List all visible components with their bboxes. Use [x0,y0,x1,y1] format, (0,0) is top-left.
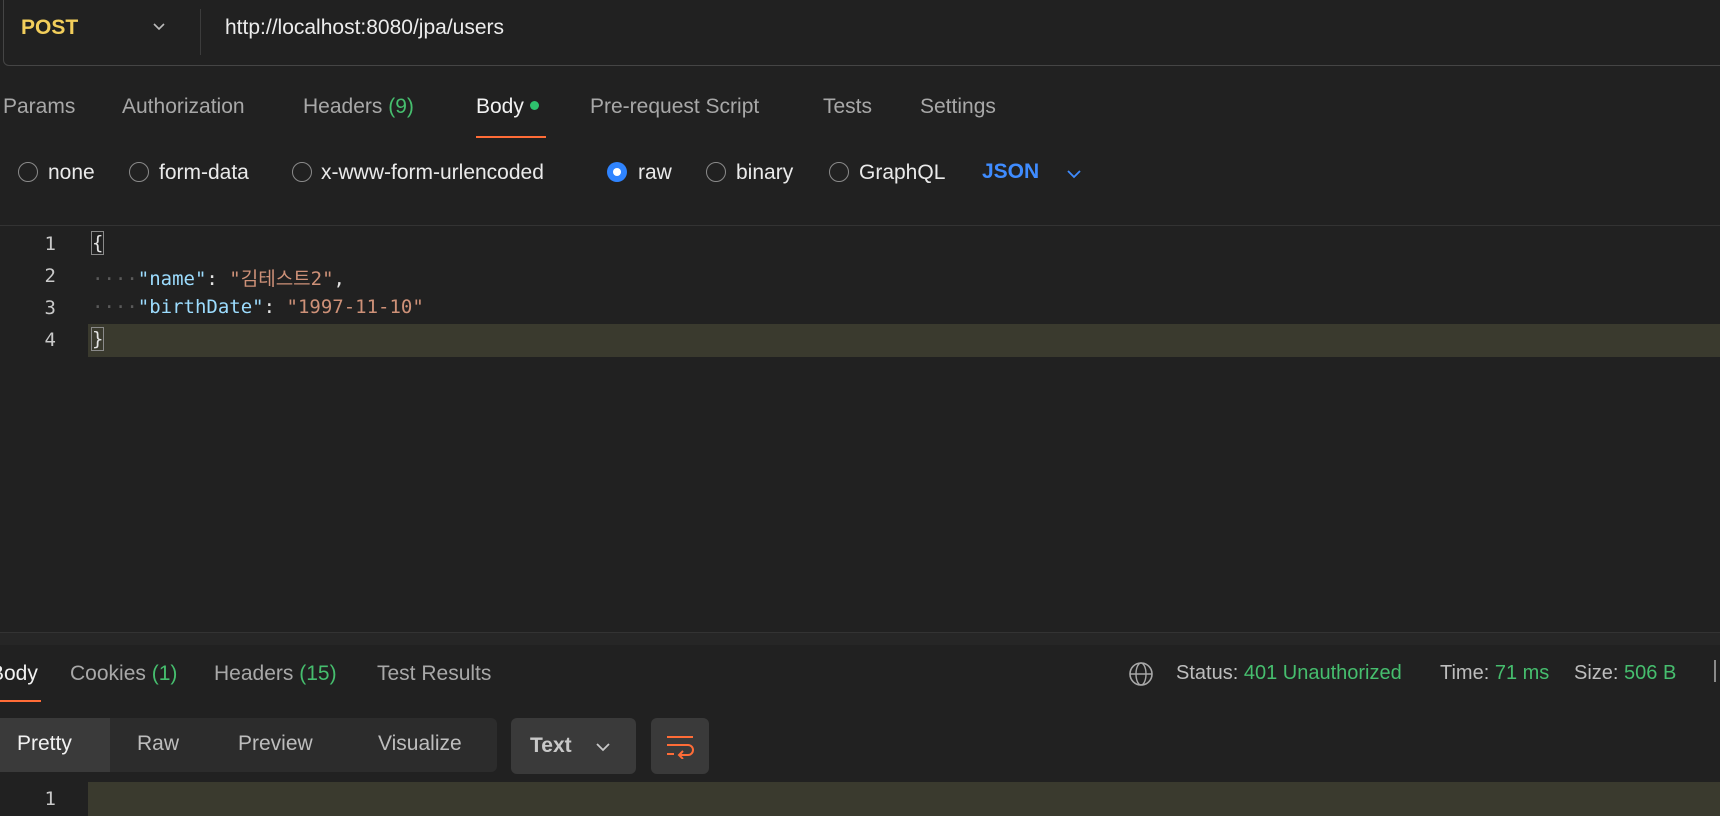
response-tab-body[interactable]: Body [0,662,38,686]
response-tab-cookies-label: Cookies [70,662,146,685]
tab-params[interactable]: Params [3,95,75,119]
view-mode-pretty[interactable]: Pretty [17,732,72,756]
json-key-birthdate: "birthDate" [137,296,264,318]
code-line-4[interactable]: } [90,327,105,351]
radio-graphql[interactable] [829,162,849,182]
close-brace: } [90,327,105,351]
json-colon: : [263,296,287,318]
tab-body[interactable]: Body [476,95,539,119]
raw-format-select[interactable]: JSON [982,160,1039,184]
time-value: 71 ms [1494,662,1550,684]
radio-binary[interactable] [706,162,726,182]
size-label: Size: [1574,662,1619,684]
indent-whitespace: ···· [92,268,138,290]
wrap-lines-icon [667,736,694,759]
radio-urlencoded[interactable] [292,162,312,182]
time-label: Time: [1440,662,1490,684]
response-tab-cookies[interactable]: Cookies (1) [70,662,177,686]
tab-headers-count: (9) [388,95,414,118]
response-tab-headers[interactable]: Headers (15) [214,662,337,686]
line-number: 1 [44,233,56,255]
json-key-name: "name" [137,268,207,290]
status-readout[interactable]: Status: 401 Unauthorized [1176,662,1402,685]
tab-prerequest-script[interactable]: Pre-request Script [590,95,759,119]
chevron-down-icon[interactable] [152,20,166,34]
divider [0,225,1720,226]
modified-dot-icon [529,100,539,110]
response-tab-cookies-count: (1) [151,662,178,685]
radio-label-urlencoded[interactable]: x-www-form-urlencoded [321,161,544,185]
indent-whitespace: ···· [92,296,138,318]
code-line-2[interactable]: ····"name": "김테스트2", [92,264,345,291]
time-readout[interactable]: Time: 71 ms [1440,662,1549,685]
tab-settings[interactable]: Settings [920,95,996,119]
status-label: Status: [1176,662,1239,684]
method-select[interactable]: POST [21,16,78,40]
line-number: 3 [44,297,56,319]
view-mode-preview[interactable]: Preview [238,732,313,756]
json-value-name: "김테스트2" [229,268,334,290]
radio-label-binary[interactable]: binary [736,161,793,185]
radio-none[interactable] [18,162,38,182]
tab-authorization[interactable]: Authorization [122,95,245,119]
radio-form-data[interactable] [129,162,149,182]
size-value: 506 B [1624,662,1677,684]
response-tab-test-results[interactable]: Test Results [377,662,491,686]
line-number: 2 [44,265,56,287]
radio-raw[interactable] [607,162,627,182]
json-value-birthdate: "1997-11-10" [286,296,424,318]
active-tab-indicator [0,700,41,702]
line-number: 1 [44,788,56,810]
tab-tests[interactable]: Tests [823,95,872,119]
view-mode-visualize[interactable]: Visualize [378,732,462,756]
status-value: 401 Unauthorized [1243,662,1402,684]
radio-label-form-data[interactable]: form-data [159,161,249,185]
tab-headers[interactable]: Headers (9) [303,95,414,119]
radio-label-raw[interactable]: raw [638,161,672,185]
code-line-3[interactable]: ····"birthDate": "1997-11-10" [92,296,424,318]
current-line-highlight [88,782,1720,816]
response-format-label: Text [530,734,572,757]
view-mode-raw[interactable]: Raw [137,732,179,756]
tab-headers-label: Headers [303,95,383,118]
divider [1714,660,1716,682]
response-resize-handle[interactable] [0,632,1720,645]
code-line-1[interactable]: { [90,231,105,255]
url-input[interactable]: http://localhost:8080/jpa/users [225,16,504,40]
chevron-down-icon[interactable] [1066,166,1082,182]
divider [200,9,201,55]
current-line-highlight [88,324,1720,357]
active-tab-indicator [476,136,546,138]
tab-body-label: Body [476,95,524,118]
response-tab-headers-count: (15) [299,662,337,685]
chevron-down-icon[interactable] [595,739,611,755]
json-comma: , [333,268,345,290]
open-brace: { [90,231,105,255]
radio-label-none[interactable]: none [48,161,95,185]
size-readout[interactable]: Size: 506 B [1574,662,1676,685]
globe-icon[interactable] [1127,660,1155,688]
line-number: 4 [44,329,56,351]
radio-label-graphql[interactable]: GraphQL [859,161,945,185]
response-tab-headers-label: Headers [214,662,294,685]
json-colon: : [206,268,230,290]
